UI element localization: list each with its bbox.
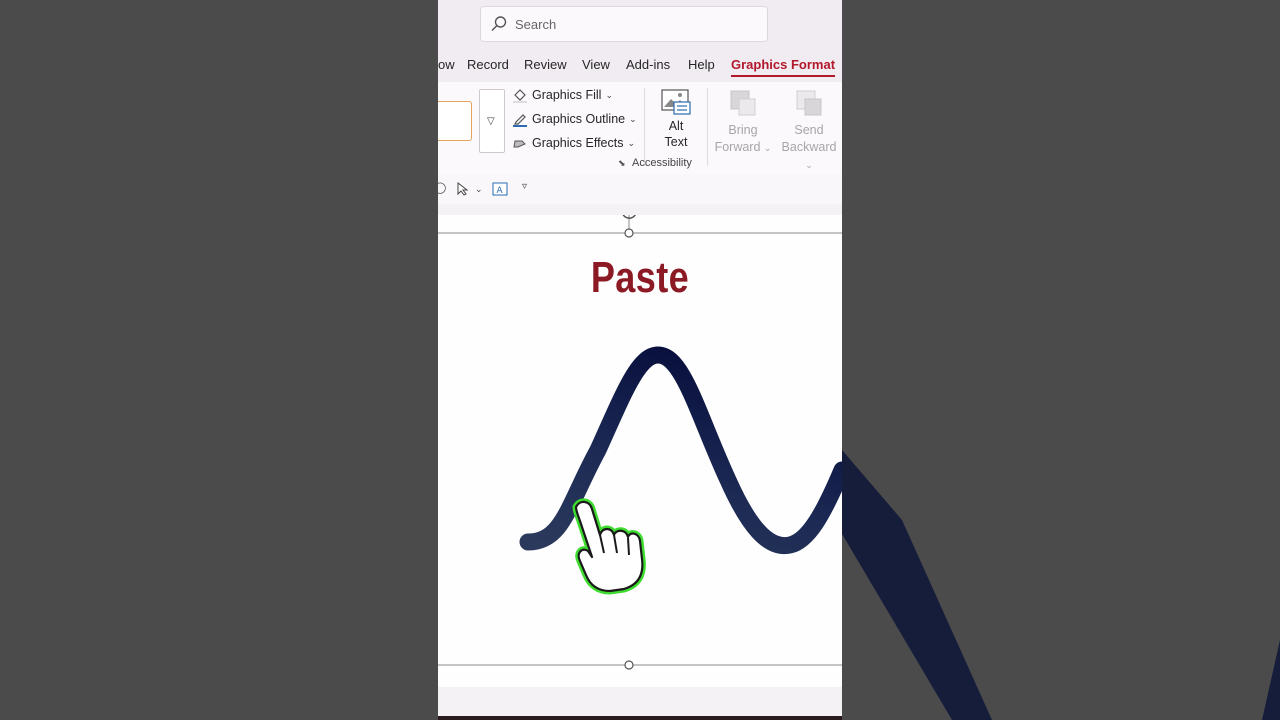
style-gallery-more-button[interactable]: ▽ bbox=[479, 89, 505, 153]
powerpoint-window: ow Record Review View Add-ins Help Graph… bbox=[438, 0, 842, 720]
send-backward-label-line2: Backward ⌄ bbox=[781, 140, 837, 170]
tab-review[interactable]: Review bbox=[524, 57, 567, 72]
alt-text-label-line1: Alt bbox=[668, 119, 684, 133]
video-letterbox-right bbox=[842, 0, 1280, 720]
search-box[interactable] bbox=[480, 6, 768, 42]
tab-view[interactable]: View bbox=[582, 57, 610, 72]
alt-text-label-line2: Text bbox=[664, 135, 688, 149]
graphics-effects-label: Graphics Effects bbox=[532, 136, 624, 150]
search-icon bbox=[491, 16, 507, 32]
pointer-icon[interactable] bbox=[457, 182, 469, 196]
bottom-resize-handle[interactable] bbox=[624, 660, 634, 670]
send-backward-label-line1: Send bbox=[794, 123, 824, 137]
title-bar bbox=[438, 0, 842, 48]
effects-icon bbox=[513, 140, 526, 148]
video-letterbox-left bbox=[0, 0, 438, 720]
quick-access-toolbar: ◯ ⌄ A ▿ bbox=[438, 174, 842, 205]
graphics-outline-label: Graphics Outline bbox=[532, 112, 626, 126]
dialog-launcher-icon[interactable]: ⬊ bbox=[618, 158, 626, 169]
hand-cursor-icon bbox=[572, 498, 646, 595]
tab-graphics-format[interactable]: Graphics Format bbox=[731, 57, 836, 77]
tab-record[interactable]: Record bbox=[467, 57, 509, 72]
status-strip bbox=[438, 716, 842, 720]
customize-toolbar-icon[interactable]: ▿ bbox=[522, 181, 527, 192]
send-backward-button[interactable]: Send Backward ⌄ bbox=[779, 88, 839, 174]
send-backward-icon bbox=[796, 90, 822, 116]
bring-forward-label-line2: Forward ⌄ bbox=[714, 140, 772, 154]
bring-forward-icon bbox=[730, 90, 756, 116]
ribbon-separator bbox=[707, 88, 708, 166]
ribbon-tabs: ow Record Review View Add-ins Help Graph… bbox=[438, 48, 842, 82]
alt-text-icon bbox=[661, 89, 691, 115]
graphics-fill-button[interactable]: Graphics Fill ⌄ bbox=[512, 85, 613, 105]
graphics-style-swatch[interactable] bbox=[438, 101, 472, 141]
bring-forward-label-line1: Bring bbox=[728, 123, 758, 137]
slide-canvas: Paste bbox=[438, 204, 842, 716]
graphics-effects-button[interactable]: Graphics Effects ⌄ bbox=[512, 133, 635, 153]
top-resize-handle[interactable] bbox=[624, 228, 634, 238]
svg-text:A: A bbox=[497, 186, 504, 196]
chevron-down-icon[interactable]: ⌄ bbox=[475, 184, 483, 195]
alt-text-button[interactable]: Alt Text bbox=[652, 88, 700, 150]
fill-icon bbox=[513, 89, 527, 103]
wave-shadow-decoration bbox=[842, 450, 1280, 720]
graphics-outline-button[interactable]: Graphics Outline ⌄ bbox=[512, 109, 637, 129]
accessibility-group-label: ⬊ Accessibility bbox=[618, 157, 692, 169]
shape-icon[interactable]: ◯ bbox=[438, 181, 446, 194]
chevron-down-icon: ⌄ bbox=[605, 89, 614, 100]
gallery-more-icon: ▽ bbox=[487, 116, 495, 127]
tab-help[interactable]: Help bbox=[688, 57, 715, 72]
slide: Paste bbox=[438, 215, 842, 687]
chevron-down-icon: ⌄ bbox=[627, 137, 636, 148]
tab-add-ins[interactable]: Add-ins bbox=[626, 57, 670, 72]
ribbon: ▽ Graphics Fill ⌄ Graphics Outline ⌄ Gra… bbox=[438, 82, 842, 175]
search-input[interactable] bbox=[515, 16, 735, 32]
wave-graphic[interactable] bbox=[438, 215, 842, 687]
graphics-fill-label: Graphics Fill bbox=[532, 88, 602, 102]
textbox-icon[interactable]: A bbox=[492, 182, 508, 196]
bring-forward-button[interactable]: Bring Forward ⌄ bbox=[713, 88, 773, 157]
tab-slide-show[interactable]: ow bbox=[438, 57, 455, 72]
ribbon-separator bbox=[644, 88, 645, 166]
chevron-down-icon: ⌄ bbox=[629, 113, 637, 124]
outline-icon bbox=[513, 114, 527, 127]
